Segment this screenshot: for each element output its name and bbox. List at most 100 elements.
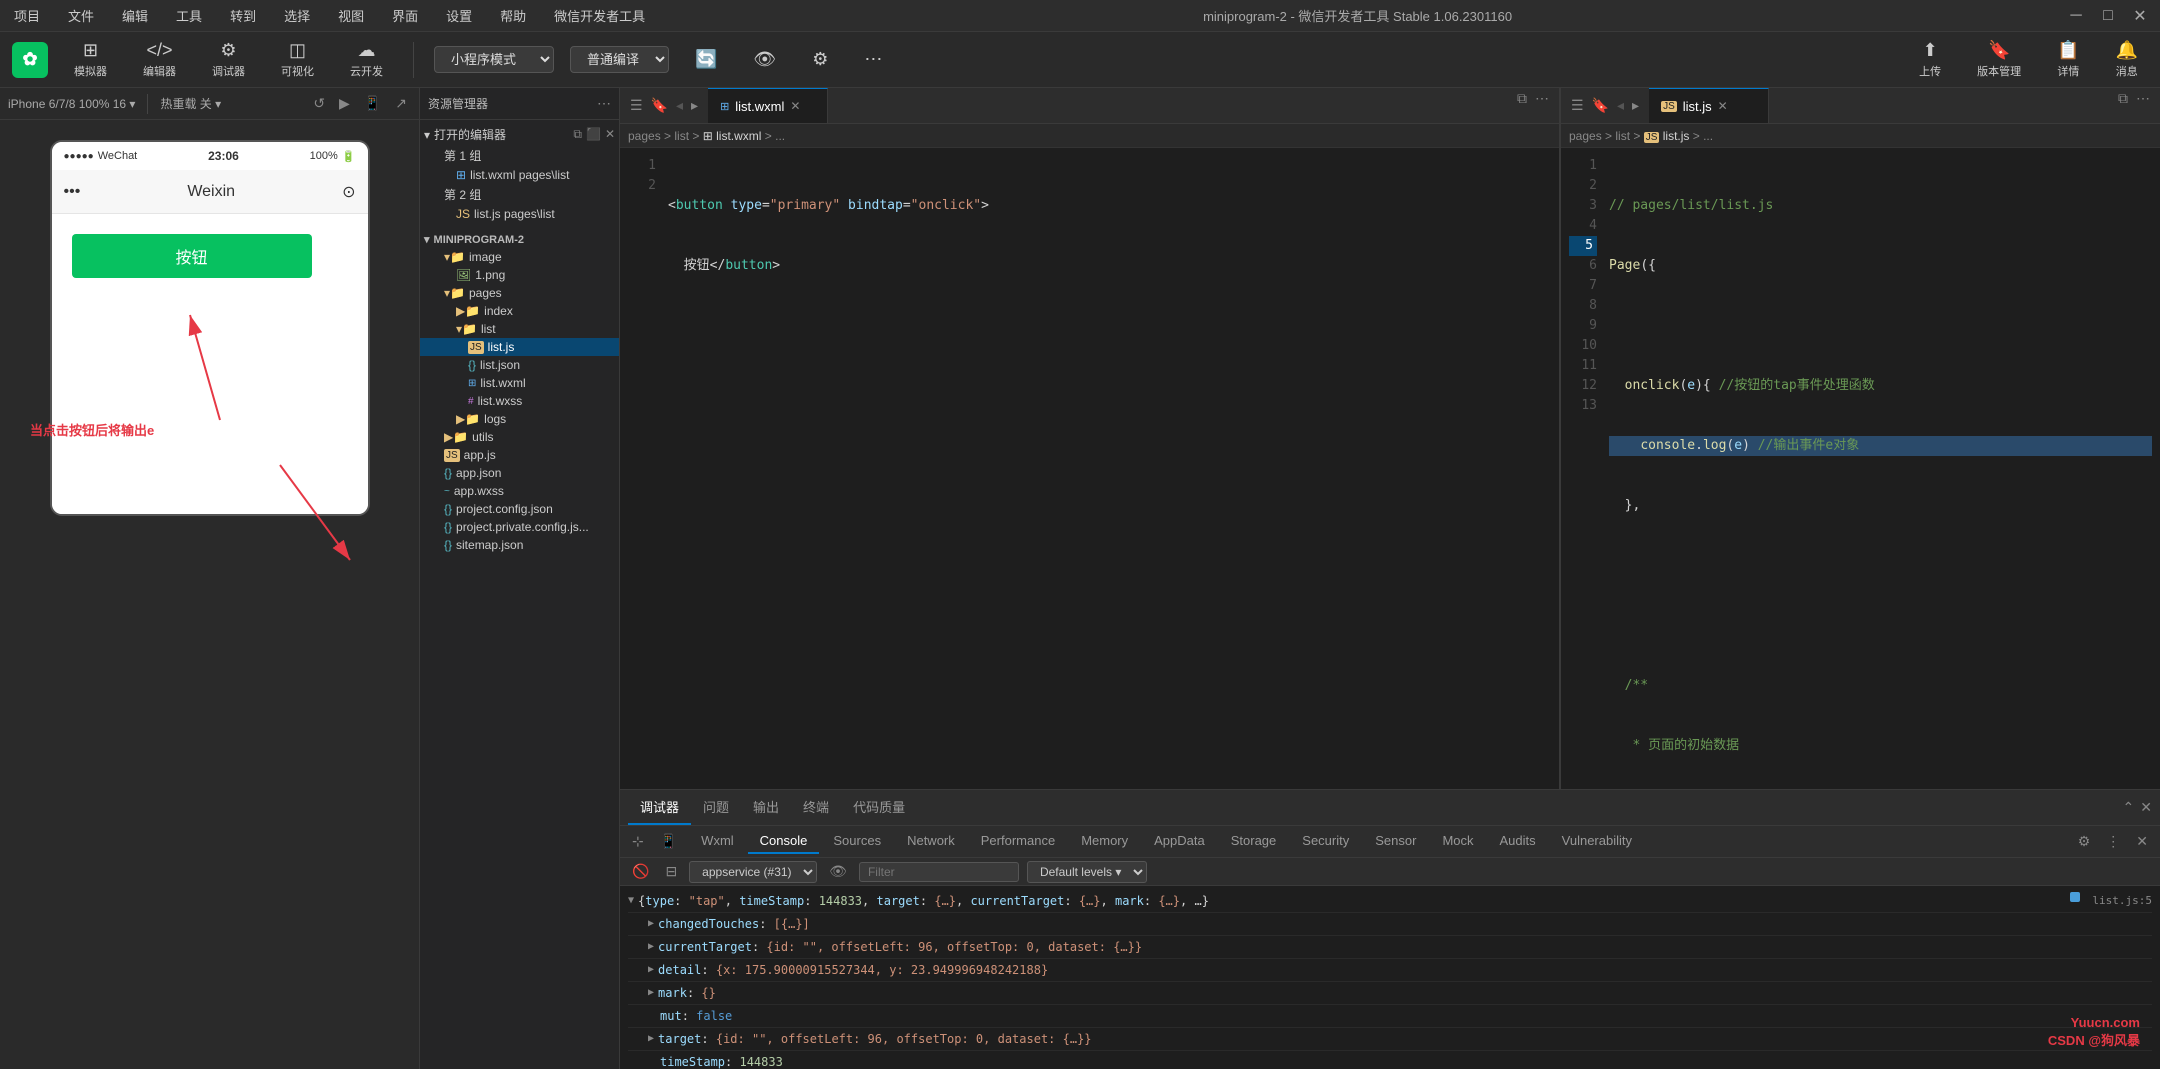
- mode-selector[interactable]: 小程序模式: [434, 46, 554, 73]
- console-filter-input[interactable]: [859, 862, 1019, 882]
- devtools-more-btn[interactable]: ⋮: [2102, 831, 2124, 852]
- devtools-tab-sources[interactable]: Sources: [821, 829, 893, 854]
- sim-play-btn[interactable]: ▶: [335, 93, 354, 114]
- save-all-btn[interactable]: ⬛: [586, 127, 601, 142]
- left-forward-btn[interactable]: ▸: [689, 95, 700, 116]
- devtools-inspect-btn[interactable]: ⊹: [628, 831, 648, 852]
- file-projectconfig[interactable]: {} project.config.json: [420, 500, 619, 518]
- file-appwxss[interactable]: ~ app.wxss: [420, 482, 619, 500]
- devtools-settings-btn[interactable]: ⚙: [2074, 831, 2095, 852]
- open-editors-header[interactable]: ▾ 打开的编辑器 ⧉ ⬛ ✕: [420, 124, 619, 145]
- right-more-btn[interactable]: ⋯: [2134, 88, 2152, 123]
- settings-gear-btn[interactable]: ⚙: [802, 45, 838, 74]
- target-arrow[interactable]: ▶: [648, 1030, 654, 1048]
- file-appjson[interactable]: {} app.json: [420, 464, 619, 482]
- hot-reload-btn[interactable]: 热重载 关 ▾: [160, 95, 221, 112]
- right-bookmark-btn[interactable]: 🔖: [1590, 95, 1611, 116]
- panel-expand-btn[interactable]: ⌃: [2123, 799, 2135, 816]
- menu-tools[interactable]: 工具: [170, 4, 208, 27]
- project-header[interactable]: ▾ MINIPROGRAM-2: [420, 231, 619, 248]
- folder-image[interactable]: ▾📁 image: [420, 248, 619, 266]
- devtools-device-btn[interactable]: 📱: [656, 831, 681, 852]
- menu-settings[interactable]: 设置: [440, 4, 478, 27]
- right-code-text[interactable]: // pages/list/list.js Page({ onclick(e){…: [1601, 148, 2160, 789]
- detail-arrow[interactable]: ▶: [648, 961, 654, 979]
- preview-toggle-btn[interactable]: 👁: [743, 45, 786, 74]
- upload-btn[interactable]: ⬆ 上传: [1909, 36, 1951, 83]
- log-level-selector[interactable]: Default levels ▾: [1027, 861, 1147, 883]
- right-menu-btn[interactable]: ☰: [1569, 95, 1586, 116]
- js-tab-close[interactable]: ✕: [1718, 99, 1728, 113]
- file-listwxml[interactable]: ⊞ list.wxml: [420, 374, 619, 392]
- menu-file[interactable]: 文件: [62, 4, 100, 27]
- left-more-btn[interactable]: ⋯: [1533, 88, 1551, 123]
- folder-utils[interactable]: ▶📁 utils: [420, 428, 619, 446]
- console-eye-btn[interactable]: 👁: [825, 861, 851, 882]
- currentTarget-arrow[interactable]: ▶: [648, 938, 654, 956]
- compile-btn[interactable]: 🔄: [685, 45, 727, 74]
- file-sitemap[interactable]: {} sitemap.json: [420, 536, 619, 554]
- devtools-tab-performance[interactable]: Performance: [969, 829, 1067, 854]
- folder-pages[interactable]: ▾📁 pages: [420, 284, 619, 302]
- tool-visual[interactable]: ◫ 可视化: [271, 36, 324, 83]
- left-menu-btn[interactable]: ☰: [628, 95, 645, 116]
- panel-tab-terminal[interactable]: 终端: [791, 790, 841, 825]
- notification-btn[interactable]: 🔔 消息: [2106, 36, 2148, 83]
- wxml-tab-close[interactable]: ✕: [790, 99, 800, 113]
- devtools-tab-storage[interactable]: Storage: [1219, 829, 1289, 854]
- compile-selector[interactable]: 普通编译: [570, 46, 669, 73]
- detail-btn[interactable]: 📋 详情: [2047, 36, 2089, 83]
- devtools-tab-network[interactable]: Network: [895, 829, 967, 854]
- menu-select[interactable]: 选择: [278, 4, 316, 27]
- menu-wechat-devtools[interactable]: 微信开发者工具: [548, 4, 651, 27]
- right-forward-btn[interactable]: ▸: [1630, 95, 1641, 116]
- menu-view[interactable]: 视图: [332, 4, 370, 27]
- panel-tab-problems[interactable]: 问题: [691, 790, 741, 825]
- minimize-button[interactable]: ─: [2064, 4, 2088, 28]
- devtools-tab-wxml[interactable]: Wxml: [689, 829, 746, 854]
- menu-edit[interactable]: 编辑: [116, 4, 154, 27]
- panel-close-btn[interactable]: ✕: [2140, 799, 2152, 816]
- demo-button[interactable]: 按钮: [72, 234, 312, 278]
- tool-editor[interactable]: </> 编辑器: [133, 36, 186, 83]
- file-projectprivate[interactable]: {} project.private.config.js...: [420, 518, 619, 536]
- more-btn[interactable]: ⋯: [854, 45, 892, 74]
- console-filter-btn[interactable]: ⊟: [661, 861, 681, 882]
- menu-help[interactable]: 帮助: [494, 4, 532, 27]
- log-expand-arrow[interactable]: ▼: [628, 892, 634, 910]
- right-split-btn[interactable]: ⧉: [2116, 88, 2130, 123]
- file-listwxss[interactable]: # list.wxss: [420, 392, 619, 410]
- right-back-btn[interactable]: ◂: [1615, 95, 1626, 116]
- maximize-button[interactable]: □: [2096, 4, 2120, 28]
- version-btn[interactable]: 🔖 版本管理: [1967, 36, 2031, 83]
- tool-cloud[interactable]: ☁ 云开发: [340, 36, 393, 83]
- devtools-tab-sensor[interactable]: Sensor: [1363, 829, 1428, 854]
- devtools-tab-security[interactable]: Security: [1290, 829, 1361, 854]
- panel-tab-quality[interactable]: 代码质量: [841, 790, 917, 825]
- left-code-text[interactable]: <button type="primary" bindtap="onclick"…: [660, 148, 1559, 789]
- devtools-tab-memory[interactable]: Memory: [1069, 829, 1140, 854]
- sim-arrow-btn[interactable]: ↗: [391, 93, 411, 114]
- context-selector[interactable]: appservice (#31): [689, 861, 817, 883]
- close-all-btn[interactable]: ✕: [605, 127, 615, 142]
- folder-index[interactable]: ▶📁 index: [420, 302, 619, 320]
- file-appjs[interactable]: JS app.js: [420, 446, 619, 464]
- file-listjs[interactable]: JS list.js: [420, 338, 619, 356]
- open-file-js[interactable]: JS list.js pages\list: [420, 205, 619, 223]
- left-bookmark-btn[interactable]: 🔖: [649, 95, 670, 116]
- panel-tab-debugger[interactable]: 调试器: [628, 790, 691, 825]
- menu-interface[interactable]: 界面: [386, 4, 424, 27]
- devtools-tab-mock[interactable]: Mock: [1430, 829, 1485, 854]
- device-selector[interactable]: iPhone 6/7/8 100% 16 ▾: [8, 97, 135, 111]
- devtools-tab-audits[interactable]: Audits: [1488, 829, 1548, 854]
- menu-goto[interactable]: 转到: [224, 4, 262, 27]
- devtools-tab-appdata[interactable]: AppData: [1142, 829, 1217, 854]
- file-listjson[interactable]: {} list.json: [420, 356, 619, 374]
- changedTouches-arrow[interactable]: ▶: [648, 915, 654, 933]
- mark-arrow[interactable]: ▶: [648, 984, 654, 1002]
- left-split-btn[interactable]: ⧉: [1515, 88, 1529, 123]
- tab-listwxml[interactable]: ⊞ list.wxml ✕: [708, 88, 828, 123]
- tab-listjs[interactable]: JS list.js ✕: [1649, 88, 1769, 123]
- sim-refresh-btn[interactable]: ↺: [309, 93, 329, 114]
- devtools-tab-vulnerability[interactable]: Vulnerability: [1550, 829, 1644, 854]
